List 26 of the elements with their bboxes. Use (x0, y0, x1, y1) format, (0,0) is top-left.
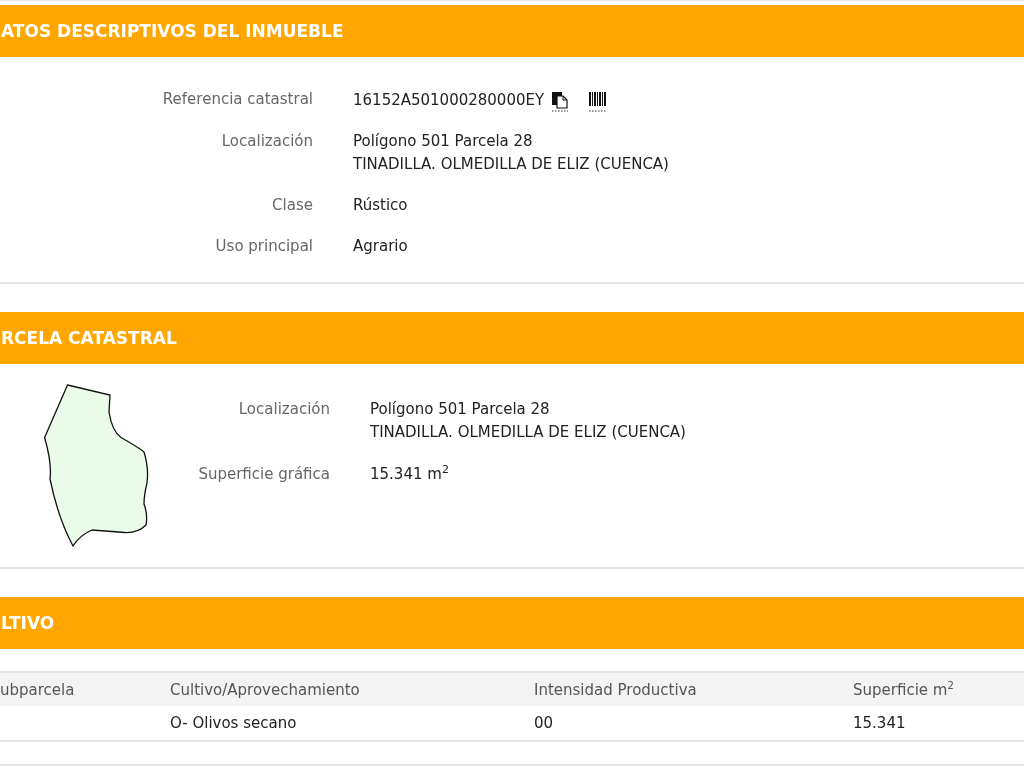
section-header: ATOS DESCRIPTIVOS DEL INMUEBLE (0, 5, 1024, 57)
pages-icon[interactable] (552, 92, 569, 112)
field-value: Agrario (353, 236, 408, 257)
field-label: Referencia catastral (161, 89, 313, 110)
field-label: Localización (237, 399, 330, 420)
barcode-icon[interactable] (589, 92, 607, 112)
field-label: Clase (271, 195, 313, 216)
field-value: Rústico (353, 195, 408, 216)
table-cell: 15.341 (853, 706, 1024, 741)
section-header: LTIVO (0, 597, 1024, 649)
section-header: RCELA CATASTRAL (0, 312, 1024, 364)
column-header: Superficie m$^{2}$ (853, 672, 1024, 706)
field-label: Superficie gráfica (197, 464, 330, 485)
table-cell: O- Olivos secano (170, 706, 534, 741)
field-value: 16152A501000280000EY (353, 89, 545, 111)
column-header: ubparcela (0, 672, 170, 706)
field-label: Uso principal (214, 236, 313, 257)
column-header: Intensidad Productiva (534, 672, 853, 706)
field-value: Polígono 501 Parcela 28 (353, 131, 533, 152)
field-label: Localización (220, 131, 313, 152)
field-value: TINADILLA. OLMEDILLA DE ELIZ (CUENCA) (353, 154, 669, 175)
field-value: 15.341 m$^{2}$ (370, 463, 449, 485)
field-value: TINADILLA. OLMEDILLA DE ELIZ (CUENCA) (370, 422, 686, 443)
field-value: Polígono 501 Parcela 28 (370, 399, 550, 420)
table-cell: 00 (534, 706, 853, 741)
column-header: Cultivo/Aprovechamiento (170, 672, 534, 706)
